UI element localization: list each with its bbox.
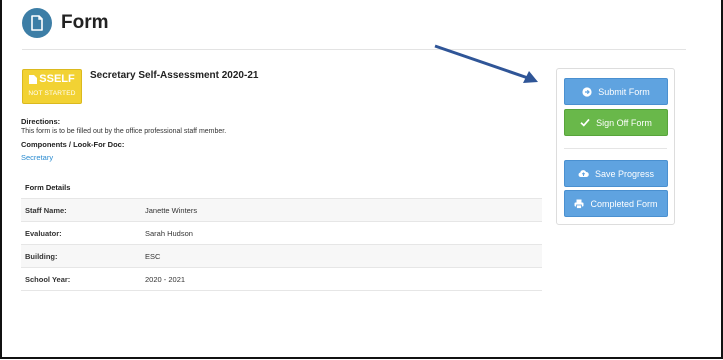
print-icon <box>574 199 584 209</box>
status-badge: NOT STARTED <box>28 90 76 97</box>
form-details-title: Form Details <box>25 183 71 192</box>
table-row: Staff Name: Janette Winters <box>21 199 542 222</box>
file-icon <box>29 74 38 84</box>
staff-name-value: Janette Winters <box>145 205 198 215</box>
submit-form-button[interactable]: Submit Form <box>564 78 668 105</box>
form-title: Secretary Self-Assessment 2020-21 <box>90 70 259 81</box>
evaluator-value: Sarah Hudson <box>145 228 193 238</box>
save-progress-button[interactable]: Save Progress <box>564 160 668 187</box>
components-link[interactable]: Secretary <box>21 153 53 162</box>
annotation-arrow <box>434 44 538 83</box>
arrow-circle-right-icon <box>582 86 592 97</box>
badge-code: SSELF <box>39 73 75 85</box>
sign-off-form-label: Sign Off Form <box>596 117 652 128</box>
page-header: Form <box>22 8 109 38</box>
school-year-label: School Year: <box>25 274 71 284</box>
completed-form-button[interactable]: Completed Form <box>564 190 668 217</box>
directions-label: Directions: <box>21 117 61 126</box>
actions-divider <box>564 148 667 149</box>
components-label: Components / Look-For Doc: <box>21 140 125 149</box>
page-title: Form <box>61 12 109 33</box>
table-row: Building: ESC <box>21 245 542 268</box>
evaluator-label: Evaluator: <box>25 228 62 238</box>
school-year-value: 2020 - 2021 <box>145 274 186 284</box>
table-row: School Year: 2020 - 2021 <box>21 268 542 291</box>
form-type-badge: SSELF NOT STARTED <box>22 69 82 104</box>
cloud-upload-icon <box>578 170 589 177</box>
directions-text: This form is to be filled out by the off… <box>21 128 227 135</box>
building-label: Building: <box>25 251 58 261</box>
submit-form-label: Submit Form <box>598 86 650 97</box>
building-value: ESC <box>145 251 161 261</box>
completed-form-label: Completed Form <box>590 198 658 209</box>
document-icon <box>22 8 52 38</box>
header-divider <box>22 49 686 50</box>
sign-off-form-button[interactable]: Sign Off Form <box>564 109 668 136</box>
form-details-table: Staff Name: Janette Winters Evaluator: S… <box>21 198 542 291</box>
save-progress-label: Save Progress <box>594 168 655 179</box>
staff-name-label: Staff Name: <box>25 205 67 215</box>
check-icon <box>580 118 590 127</box>
form-actions-panel: Submit Form Sign Off Form Save Progress … <box>556 68 675 225</box>
table-row: Evaluator: Sarah Hudson <box>21 222 542 245</box>
